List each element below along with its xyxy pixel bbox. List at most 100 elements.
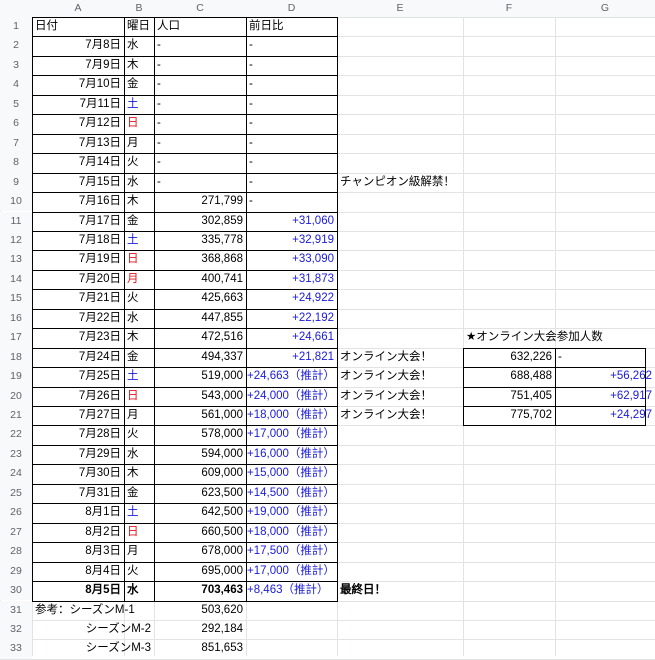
weekday-cell[interactable]: 土	[124, 95, 154, 114]
population-cell[interactable]: 623,500	[154, 484, 246, 503]
date-cell[interactable]: 7月10日	[32, 75, 124, 94]
row-header[interactable]: 3	[0, 55, 32, 76]
reference-label-cell[interactable]: 参考：シーズンM-1	[32, 601, 154, 620]
weekday-cell[interactable]: 木	[124, 464, 154, 483]
prev-day-diff-cell[interactable]: +31,060	[246, 212, 337, 231]
column-header[interactable]: G	[555, 0, 655, 17]
column-header[interactable]: B	[124, 0, 154, 17]
select-all-corner[interactable]	[0, 0, 32, 17]
prev-day-diff-cell[interactable]: +32,919	[246, 231, 337, 250]
prev-day-diff-cell[interactable]: +18,000（推計）	[246, 406, 337, 425]
row-header[interactable]: 27	[0, 522, 32, 543]
population-cell[interactable]: -	[154, 56, 246, 75]
row-header[interactable]: 1	[0, 17, 32, 37]
prev-day-diff-cell[interactable]: +22,192	[246, 309, 337, 328]
weekday-cell[interactable]: 土	[124, 231, 154, 250]
prev-day-diff-cell[interactable]: +24,663（推計）	[246, 367, 337, 386]
row-header[interactable]: 26	[0, 503, 32, 523]
online-title-cell[interactable]: ★オンライン大会参加人数	[463, 328, 655, 347]
row-header[interactable]: 17	[0, 328, 32, 348]
date-cell[interactable]: 7月14日	[32, 153, 124, 172]
prev-day-diff-cell[interactable]: +24,661	[246, 328, 337, 347]
note-cell[interactable]: 最終日！	[337, 581, 537, 600]
header-prev-day-cell[interactable]: 前日比	[246, 17, 337, 36]
row-header[interactable]: 29	[0, 561, 32, 582]
prev-day-diff-cell[interactable]: +16,000（推計）	[246, 445, 337, 464]
weekday-cell[interactable]: 日	[124, 387, 154, 406]
weekday-cell[interactable]: 火	[124, 562, 154, 581]
population-cell[interactable]: 425,663	[154, 289, 246, 308]
population-cell[interactable]: 400,741	[154, 270, 246, 289]
online-diff-cell[interactable]: -	[555, 348, 655, 367]
column-header[interactable]: C	[154, 0, 246, 17]
row-header[interactable]: 10	[0, 192, 32, 212]
row-header[interactable]: 2	[0, 36, 32, 56]
date-cell[interactable]: 7月24日	[32, 348, 124, 367]
row-header[interactable]: 4	[0, 75, 32, 95]
row-header[interactable]: 5	[0, 94, 32, 115]
prev-day-diff-cell[interactable]: +21,821	[246, 348, 337, 367]
population-cell[interactable]: -	[154, 95, 246, 114]
row-header[interactable]: 25	[0, 483, 32, 504]
header-date-cell[interactable]: 日付	[32, 17, 124, 36]
date-cell[interactable]: 7月19日	[32, 250, 124, 269]
population-cell[interactable]: 271,799	[154, 192, 246, 211]
weekday-cell[interactable]: 水	[124, 36, 154, 55]
prev-day-diff-cell[interactable]: -	[246, 56, 337, 75]
date-cell[interactable]: 7月15日	[32, 173, 124, 192]
population-cell[interactable]: 609,000	[154, 464, 246, 483]
prev-day-diff-cell[interactable]: +33,090	[246, 250, 337, 269]
date-cell[interactable]: 7月12日	[32, 114, 124, 133]
row-header[interactable]: 14	[0, 269, 32, 290]
date-cell[interactable]: 8月1日	[32, 503, 124, 522]
prev-day-diff-cell[interactable]: -	[246, 95, 337, 114]
online-diff-cell[interactable]: +62,917	[555, 387, 655, 406]
online-diff-cell[interactable]: +24,297	[555, 406, 655, 425]
date-cell[interactable]: 7月17日	[32, 212, 124, 231]
date-cell[interactable]: 7月16日	[32, 192, 124, 211]
date-cell[interactable]: 7月9日	[32, 56, 124, 75]
row-header[interactable]: 30	[0, 581, 32, 601]
date-cell[interactable]: 7月28日	[32, 425, 124, 444]
row-header[interactable]: 23	[0, 444, 32, 465]
weekday-cell[interactable]: 月	[124, 270, 154, 289]
column-header[interactable]: E	[337, 0, 463, 17]
weekday-cell[interactable]: 土	[124, 503, 154, 522]
row-header[interactable]: 22	[0, 425, 32, 445]
prev-day-diff-cell[interactable]: -	[246, 114, 337, 133]
population-cell[interactable]: 519,000	[154, 367, 246, 386]
prev-day-diff-cell[interactable]: +18,000（推計）	[246, 523, 337, 542]
row-header[interactable]: 15	[0, 289, 32, 309]
prev-day-diff-cell[interactable]: -	[246, 134, 337, 153]
date-cell[interactable]: 7月27日	[32, 406, 124, 425]
row-header[interactable]: 24	[0, 464, 32, 484]
row-header[interactable]: 12	[0, 230, 32, 251]
weekday-cell[interactable]: 金	[124, 348, 154, 367]
row-header[interactable]: 9	[0, 172, 32, 193]
population-cell[interactable]: 695,000	[154, 562, 246, 581]
row-header[interactable]: 8	[0, 153, 32, 173]
weekday-cell[interactable]: 水	[124, 445, 154, 464]
prev-day-diff-cell[interactable]: +8,463（推計）	[246, 581, 337, 600]
date-cell[interactable]: 7月13日	[32, 134, 124, 153]
weekday-cell[interactable]: 金	[124, 75, 154, 94]
prev-day-diff-cell[interactable]: -	[246, 153, 337, 172]
row-header[interactable]: 28	[0, 542, 32, 562]
population-cell[interactable]: -	[154, 36, 246, 55]
row-header[interactable]: 32	[0, 619, 32, 640]
date-cell[interactable]: 7月29日	[32, 445, 124, 464]
population-cell[interactable]: -	[154, 153, 246, 172]
prev-day-diff-cell[interactable]: -	[246, 36, 337, 55]
weekday-cell[interactable]: 水	[124, 309, 154, 328]
population-cell[interactable]: 703,463	[154, 581, 246, 600]
row-header[interactable]: 7	[0, 133, 32, 154]
weekday-cell[interactable]: 金	[124, 484, 154, 503]
note-cell[interactable]: チャンピオン級解禁！	[337, 173, 537, 192]
date-cell[interactable]: 7月31日	[32, 484, 124, 503]
weekday-cell[interactable]: 日	[124, 523, 154, 542]
weekday-cell[interactable]: 木	[124, 192, 154, 211]
row-header[interactable]: 13	[0, 250, 32, 270]
date-cell[interactable]: 7月26日	[32, 387, 124, 406]
population-cell[interactable]: 368,868	[154, 250, 246, 269]
online-count-cell[interactable]: 632,226	[463, 348, 555, 367]
